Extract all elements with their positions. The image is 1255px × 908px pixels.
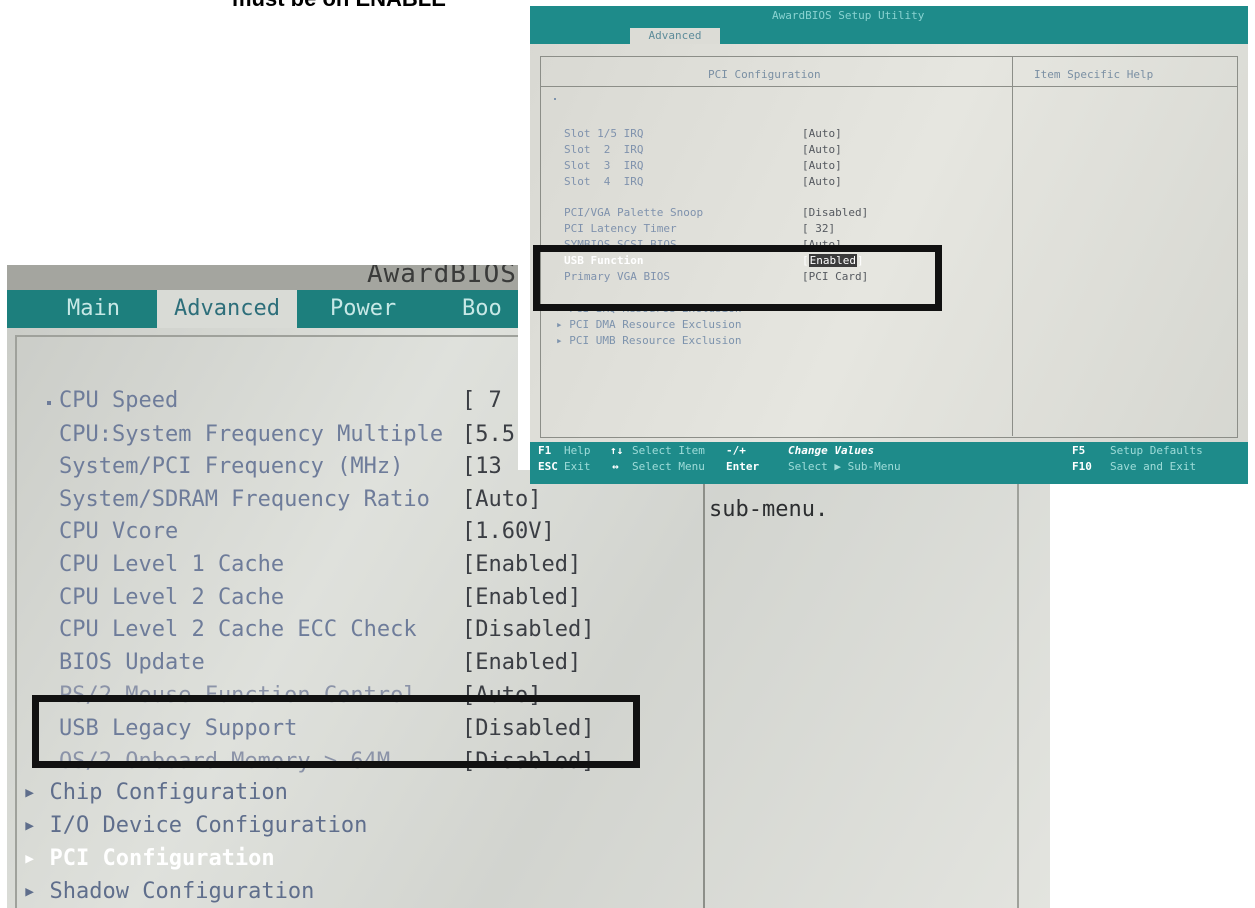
value-system-pci-frequency[interactable]: [13	[462, 454, 502, 479]
key-f5: F5	[1072, 444, 1086, 457]
setting-cpu-level2-cache-ecc[interactable]: CPU Level 2 Cache ECC Check	[59, 617, 417, 642]
value-cpu-system-frequency-multiple[interactable]: [5.5	[462, 422, 515, 447]
help-text: sub-menu.	[709, 497, 829, 522]
key-esc: ESC	[538, 460, 558, 473]
key-f10: F10	[1072, 460, 1092, 473]
setting-slot-1-5-irq[interactable]: Slot 1/5 IRQ	[564, 127, 643, 140]
header-divider	[540, 86, 1237, 87]
caption: must be on ENABLE	[232, 0, 446, 12]
key-f1: F1	[538, 444, 552, 457]
value-cpu-level2-cache-ecc[interactable]: [Disabled]	[462, 617, 594, 642]
value-slot-1-5-irq[interactable]: [Auto]	[802, 127, 842, 140]
setting-pci-latency-timer[interactable]: PCI Latency Timer	[564, 222, 677, 235]
value-cpu-level2-cache[interactable]: [Enabled]	[462, 585, 581, 610]
hint-save-and-exit: Save and Exit	[1110, 460, 1197, 473]
tab-power[interactable]: Power	[330, 290, 396, 328]
hint-select-item: Select Item	[632, 444, 705, 457]
submenu-arrow-icon: ▸	[556, 318, 570, 331]
value-cpu-speed[interactable]: [ 7	[462, 388, 502, 413]
submenu-io-device-configuration[interactable]: ▸ I/O Device Configuration	[23, 813, 367, 838]
value-cpu-vcore[interactable]: [1.60V]	[462, 519, 555, 544]
setting-pci-vga-palette-snoop[interactable]: PCI/VGA Palette Snoop	[564, 206, 703, 219]
left-right-arrows-icon: ↔	[612, 460, 619, 473]
submenu-pci-configuration-label: PCI Configuration	[49, 846, 275, 871]
submenu-pci-dma-resource-exclusion[interactable]: ▸ PCI DMA Resource Exclusion	[556, 318, 741, 331]
value-system-sdram-frequency-ratio[interactable]: [Auto]	[462, 487, 541, 512]
tab-advanced[interactable]: Advanced	[630, 28, 720, 44]
setting-cpu-vcore[interactable]: CPU Vcore	[59, 519, 178, 544]
submenu-pci-umb-resource-exclusion[interactable]: ▸ PCI UMB Resource Exclusion	[556, 334, 741, 347]
hint-select-submenu: Select ▶ Sub-Menu	[788, 460, 901, 473]
value-slot-2-irq[interactable]: [Auto]	[802, 143, 842, 156]
setting-bios-update[interactable]: BIOS Update	[59, 650, 205, 675]
tab-advanced[interactable]: Advanced	[157, 290, 297, 328]
setting-slot-3-irq[interactable]: Slot 3 IRQ	[564, 159, 643, 172]
hint-help: Help	[564, 444, 591, 457]
setting-system-pci-frequency[interactable]: System/PCI Frequency (MHz)	[59, 454, 403, 479]
up-down-arrows-icon: ↑↓	[610, 444, 624, 457]
hint-exit: Exit	[564, 460, 591, 473]
value-pci-latency-timer[interactable]: [ 32]	[802, 222, 835, 235]
hint-setup-defaults: Setup Defaults	[1110, 444, 1203, 457]
setting-cpu-level2-cache[interactable]: CPU Level 2 Cache	[59, 585, 284, 610]
section-title: PCI Configuration	[708, 68, 821, 81]
submenu-chip-configuration-label: Chip Configuration	[49, 780, 288, 805]
submenu-pci-dma-label: PCI DMA Resource Exclusion	[569, 318, 742, 331]
submenu-arrow-icon: ▸	[23, 846, 50, 871]
setting-cpu-level1-cache[interactable]: CPU Level 1 Cache	[59, 552, 284, 577]
value-bios-update[interactable]: [Enabled]	[462, 650, 581, 675]
highlight-box-usb-legacy	[32, 695, 640, 768]
value-slot-3-irq[interactable]: [Auto]	[802, 159, 842, 172]
submenu-arrow-icon: ▸	[23, 780, 50, 805]
setting-cpu-system-frequency-multiple[interactable]: CPU:System Frequency Multiple	[59, 422, 443, 447]
bios-screen-pci-configuration: AwardBIOS Setup Utility Advanced PCI Con…	[518, 0, 1255, 484]
tab-main[interactable]: Main	[67, 290, 120, 328]
submenu-pci-configuration[interactable]: ▸ PCI Configuration	[23, 846, 275, 871]
value-slot-4-irq[interactable]: [Auto]	[802, 175, 842, 188]
hint-select-menu: Select Menu	[632, 460, 705, 473]
help-divider	[1012, 56, 1013, 436]
key-enter: Enter	[726, 460, 760, 473]
value-cpu-level1-cache[interactable]: [Enabled]	[462, 552, 581, 577]
window-title: AwardBIOS Setup Utility	[772, 9, 925, 22]
setting-slot-2-irq[interactable]: Slot 2 IRQ	[564, 143, 643, 156]
submenu-arrow-icon: ▸	[556, 334, 570, 347]
submenu-shadow-configuration[interactable]: ▸ Shadow Configuration	[23, 879, 314, 904]
submenu-io-device-configuration-label: I/O Device Configuration	[49, 813, 368, 838]
highlight-box-usb-function	[533, 245, 942, 311]
selection-marker	[554, 98, 556, 100]
setting-slot-4-irq[interactable]: Slot 4 IRQ	[564, 175, 643, 188]
help-title: Item Specific Help	[1034, 68, 1154, 81]
submenu-arrow-icon: ▸	[23, 879, 50, 904]
value-pci-vga-palette-snoop[interactable]: [Disabled]	[802, 206, 868, 219]
submenu-pci-umb-label: PCI UMB Resource Exclusion	[569, 334, 742, 347]
key-plus-minus: -/+	[726, 444, 746, 457]
selection-marker	[47, 401, 51, 405]
tab-boot[interactable]: Boo	[462, 290, 502, 328]
submenu-arrow-icon: ▸	[23, 813, 50, 838]
hint-change-values: Change Values	[788, 444, 875, 457]
submenu-shadow-configuration-label: Shadow Configuration	[49, 879, 315, 904]
setting-cpu-speed[interactable]: CPU Speed	[59, 388, 178, 413]
submenu-chip-configuration[interactable]: ▸ Chip Configuration	[23, 780, 288, 805]
setting-system-sdram-frequency-ratio[interactable]: System/SDRAM Frequency Ratio	[59, 487, 430, 512]
